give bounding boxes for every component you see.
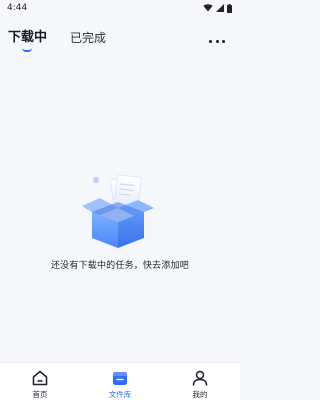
status-icons [203,3,232,13]
nav-label-profile: 我的 [192,390,208,399]
more-dot-icon [222,39,225,43]
bottom-navigation: 首页 文件库 我的 [0,362,240,400]
file-library-icon [113,372,127,385]
nav-item-profile[interactable]: 我的 [160,363,240,400]
home-icon [32,370,48,386]
nav-item-home[interactable]: 首页 [0,363,80,400]
empty-state: 还没有下载中的任务，快去添加吧 [0,170,240,280]
tab-downloading[interactable]: 下载中 [8,30,47,46]
nav-label-file-library: 文件库 [108,390,132,399]
more-dot-icon [209,39,212,43]
nav-item-file-library[interactable]: 文件库 [80,363,160,400]
more-options-button[interactable] [209,38,225,44]
battery-icon [227,3,232,13]
empty-box-illustration [82,174,154,248]
more-dot-icon [215,39,219,43]
wifi-icon [203,4,213,12]
profile-icon [192,370,208,386]
signal-icon [216,4,224,12]
tab-completed[interactable]: 已完成 [70,30,106,46]
status-time: 4:44 [7,3,28,13]
status-bar: 4:44 [0,0,240,16]
empty-state-message: 还没有下载中的任务，快去添加吧 [50,261,189,271]
download-header: 下载中 已完成 [0,26,240,54]
nav-label-home: 首页 [32,390,48,399]
active-tab-indicator [22,48,32,52]
